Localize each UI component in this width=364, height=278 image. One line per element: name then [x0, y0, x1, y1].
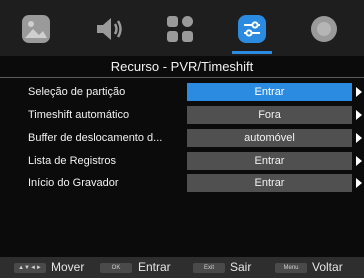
- tab-features[interactable]: [216, 0, 288, 56]
- speaker-icon: [97, 18, 122, 40]
- menu-row-value[interactable]: Entrar: [187, 152, 352, 170]
- pvr-timeshift-settings-screen: Recurso - PVR/Timeshift Seleção de parti…: [0, 0, 364, 278]
- ok-key-badge: OK: [100, 263, 132, 273]
- tab-sound[interactable]: [72, 0, 144, 56]
- menu-row-auto-timeshift[interactable]: Timeshift automático Fora: [0, 106, 364, 124]
- menu-row-label: Buffer de deslocamento d...: [28, 132, 163, 144]
- menu-row-recording-list[interactable]: Lista de Registros Entrar: [0, 152, 364, 170]
- menu-row-value[interactable]: Entrar: [187, 174, 352, 192]
- menu-row-label: Seleção de partição: [28, 86, 126, 98]
- picture-icon: [22, 15, 50, 43]
- active-tab-indicator: [232, 51, 272, 54]
- tab-apps[interactable]: [144, 0, 216, 56]
- menu-row-label: Lista de Registros: [28, 155, 117, 167]
- button-hint-bar: ▲▼◄► Mover OK Entrar Exit Sair Menu Volt…: [0, 257, 364, 278]
- circle-icon: [311, 16, 337, 42]
- menu-row-value[interactable]: Fora: [187, 106, 352, 124]
- panel-title: Recurso - PVR/Timeshift: [0, 56, 364, 78]
- menu-row-label: Timeshift automático: [28, 109, 130, 121]
- tab-network[interactable]: [288, 0, 360, 56]
- settings-sliders-icon: [238, 15, 266, 43]
- menu-row-value[interactable]: automóvel: [187, 129, 352, 147]
- navigation-keys-badge: ▲▼◄►: [14, 263, 46, 273]
- right-arrow-icon: [356, 87, 362, 97]
- menu-key-badge: Menu: [275, 263, 307, 273]
- menu-row-timeshift-buffer[interactable]: Buffer de deslocamento d... automóvel: [0, 129, 364, 147]
- tab-picture[interactable]: [0, 0, 72, 56]
- move-hint: Mover: [51, 260, 85, 274]
- right-arrow-icon: [356, 133, 362, 143]
- right-arrow-icon: [356, 156, 362, 166]
- back-hint: Voltar: [312, 260, 343, 274]
- menu-row-label: Início do Gravador: [28, 177, 119, 189]
- exit-hint: Sair: [230, 260, 252, 274]
- right-arrow-icon: [356, 178, 362, 188]
- menu-row-value[interactable]: Entrar: [187, 83, 352, 101]
- exit-key-badge: Exit: [193, 263, 225, 273]
- right-arrow-icon: [356, 110, 362, 120]
- top-menu-tabs: [0, 0, 364, 56]
- menu-row-recorder-start[interactable]: Início do Gravador Entrar: [0, 174, 364, 192]
- menu-row-partition-selection[interactable]: Seleção de partição Entrar: [0, 83, 364, 101]
- apps-grid-icon: [167, 16, 193, 42]
- settings-panel: Recurso - PVR/Timeshift Seleção de parti…: [0, 56, 364, 257]
- enter-hint: Entrar: [138, 260, 171, 274]
